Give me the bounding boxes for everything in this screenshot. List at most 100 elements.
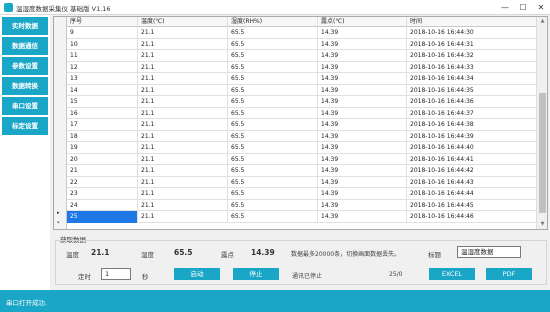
scroll-down-icon[interactable]: ▼ [537, 220, 547, 229]
column-header-time[interactable]: 时间 [407, 17, 537, 27]
vertical-scrollbar[interactable]: ▲ ▼ [536, 17, 547, 229]
index-cell[interactable]: 16 [67, 107, 138, 119]
dewpoint-cell[interactable]: 14.39 [318, 50, 407, 62]
index-cell[interactable]: 22 [67, 176, 138, 188]
humidity-cell[interactable]: 65.5 [228, 107, 318, 119]
dewpoint-cell[interactable]: 14.39 [318, 142, 407, 154]
interval-input[interactable]: 1 [101, 268, 131, 280]
data-grid[interactable]: ▸ * 序号 温度(℃) 湿度(RH%) 露点(℃) 时间 9 21.1 65.5 1… [53, 16, 548, 230]
table-row[interactable]: 21 21.1 65.5 14.39 2018-10-16 16:44:42 [67, 165, 537, 177]
pdf-export-button[interactable]: PDF [486, 268, 532, 280]
dewpoint-cell[interactable]: 14.39 [318, 38, 407, 50]
minimize-button[interactable]: — [496, 0, 514, 15]
dewpoint-cell[interactable]: 14.39 [318, 199, 407, 211]
index-cell[interactable]: 24 [67, 199, 138, 211]
table-row[interactable]: 20 21.1 65.5 14.39 2018-10-16 16:44:41 [67, 153, 537, 165]
dewpoint-cell[interactable]: 14.39 [318, 61, 407, 73]
time-cell[interactable]: 2018-10-16 16:44:40 [407, 142, 537, 154]
humidity-cell[interactable]: 65.5 [228, 73, 318, 85]
index-cell[interactable]: 20 [67, 153, 138, 165]
temperature-cell[interactable]: 21.1 [138, 38, 228, 50]
table-row[interactable]: 12 21.1 65.5 14.39 2018-10-16 16:44:33 [67, 61, 537, 73]
close-button[interactable]: ✕ [532, 0, 550, 15]
table-row[interactable]: 14 21.1 65.5 14.39 2018-10-16 16:44:35 [67, 84, 537, 96]
index-cell[interactable]: 21 [67, 165, 138, 177]
sidebar-item-parameter-settings[interactable]: 参数设置 [2, 57, 48, 75]
humidity-cell[interactable]: 65.5 [228, 153, 318, 165]
index-cell[interactable]: 18 [67, 130, 138, 142]
table-row[interactable]: 25 21.1 65.5 14.39 2018-10-16 16:44:46 [67, 211, 537, 223]
dewpoint-cell[interactable]: 14.39 [318, 107, 407, 119]
table-row[interactable]: 16 21.1 65.5 14.39 2018-10-16 16:44:37 [67, 107, 537, 119]
maximize-button[interactable]: ☐ [514, 0, 532, 15]
table-row[interactable]: 23 21.1 65.5 14.39 2018-10-16 16:44:44 [67, 188, 537, 200]
temperature-cell[interactable]: 21.1 [138, 130, 228, 142]
title-input[interactable]: 温湿度数据 [457, 246, 521, 258]
humidity-cell[interactable]: 65.5 [228, 130, 318, 142]
dewpoint-cell[interactable]: 14.39 [318, 27, 407, 39]
temperature-cell[interactable]: 21.1 [138, 153, 228, 165]
time-cell[interactable]: 2018-10-16 16:44:37 [407, 107, 537, 119]
table-row[interactable]: 15 21.1 65.5 14.39 2018-10-16 16:44:36 [67, 96, 537, 108]
index-cell[interactable]: 9 [67, 27, 138, 39]
dewpoint-cell[interactable]: 14.39 [318, 188, 407, 200]
sidebar-item-data-conversion[interactable]: 数据转换 [2, 77, 48, 95]
table-row[interactable]: 11 21.1 65.5 14.39 2018-10-16 16:44:32 [67, 50, 537, 62]
index-cell[interactable]: 23 [67, 188, 138, 200]
temperature-cell[interactable]: 21.1 [138, 211, 228, 223]
time-cell[interactable]: 2018-10-16 16:44:46 [407, 211, 537, 223]
time-cell[interactable]: 2018-10-16 16:44:32 [407, 50, 537, 62]
index-cell[interactable]: 13 [67, 73, 138, 85]
table-row[interactable]: 17 21.1 65.5 14.39 2018-10-16 16:44:38 [67, 119, 537, 131]
index-cell[interactable]: 17 [67, 119, 138, 131]
temperature-cell[interactable]: 21.1 [138, 50, 228, 62]
start-button[interactable]: 启动 [174, 268, 220, 280]
new-row[interactable] [67, 223, 537, 230]
dewpoint-cell[interactable]: 14.39 [318, 96, 407, 108]
scrollbar-thumb[interactable] [539, 93, 546, 213]
index-cell[interactable]: 25 [67, 211, 138, 223]
time-cell[interactable]: 2018-10-16 16:44:34 [407, 73, 537, 85]
temperature-cell[interactable]: 21.1 [138, 176, 228, 188]
humidity-cell[interactable]: 65.5 [228, 188, 318, 200]
table-row[interactable]: 18 21.1 65.5 14.39 2018-10-16 16:44:39 [67, 130, 537, 142]
time-cell[interactable]: 2018-10-16 16:44:30 [407, 27, 537, 39]
sidebar-item-data-communication[interactable]: 数据通信 [2, 37, 48, 55]
humidity-cell[interactable]: 65.5 [228, 199, 318, 211]
time-cell[interactable]: 2018-10-16 16:44:41 [407, 153, 537, 165]
dewpoint-cell[interactable]: 14.39 [318, 165, 407, 177]
sidebar-item-calibration-settings[interactable]: 标定设置 [2, 117, 48, 135]
table-row[interactable]: 19 21.1 65.5 14.39 2018-10-16 16:44:40 [67, 142, 537, 154]
index-cell[interactable]: 15 [67, 96, 138, 108]
temperature-cell[interactable]: 21.1 [138, 27, 228, 39]
dewpoint-cell[interactable]: 14.39 [318, 130, 407, 142]
time-cell[interactable]: 2018-10-16 16:44:31 [407, 38, 537, 50]
dewpoint-cell[interactable]: 14.39 [318, 211, 407, 223]
time-cell[interactable]: 2018-10-16 16:44:38 [407, 119, 537, 131]
temperature-cell[interactable]: 21.1 [138, 142, 228, 154]
excel-export-button[interactable]: EXCEL [429, 268, 475, 280]
column-header-index[interactable]: 序号 [67, 17, 138, 27]
temperature-cell[interactable]: 21.1 [138, 73, 228, 85]
dewpoint-cell[interactable]: 14.39 [318, 84, 407, 96]
stop-button[interactable]: 停止 [233, 268, 279, 280]
column-header-dewpoint[interactable]: 露点(℃) [318, 17, 407, 27]
dewpoint-cell[interactable]: 14.39 [318, 176, 407, 188]
humidity-cell[interactable]: 65.5 [228, 84, 318, 96]
temperature-cell[interactable]: 21.1 [138, 107, 228, 119]
dewpoint-cell[interactable]: 14.39 [318, 153, 407, 165]
sidebar-item-serial-settings[interactable]: 串口设置 [2, 97, 48, 115]
table-row[interactable]: 9 21.1 65.5 14.39 2018-10-16 16:44:30 [67, 27, 537, 39]
humidity-cell[interactable]: 65.5 [228, 176, 318, 188]
humidity-cell[interactable]: 65.5 [228, 96, 318, 108]
temperature-cell[interactable]: 21.1 [138, 119, 228, 131]
dewpoint-cell[interactable]: 14.39 [318, 73, 407, 85]
sidebar-item-realtime-data[interactable]: 实时数据 [2, 17, 48, 35]
time-cell[interactable]: 2018-10-16 16:44:39 [407, 130, 537, 142]
time-cell[interactable]: 2018-10-16 16:44:44 [407, 188, 537, 200]
temperature-cell[interactable]: 21.1 [138, 96, 228, 108]
scroll-up-icon[interactable]: ▲ [537, 17, 547, 26]
index-cell[interactable]: 10 [67, 38, 138, 50]
index-cell[interactable]: 14 [67, 84, 138, 96]
dewpoint-cell[interactable]: 14.39 [318, 119, 407, 131]
